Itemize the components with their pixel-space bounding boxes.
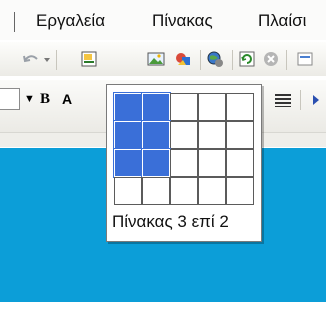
grid-cell[interactable] [226,121,254,149]
grid-cell[interactable] [114,177,142,205]
grid-cell-selected[interactable] [113,120,143,150]
menu-frame[interactable]: Πλαίσι [258,11,306,31]
grid-cell[interactable] [170,177,198,205]
menu-table[interactable]: Πίνακας [152,11,213,31]
italic-button[interactable]: A [62,88,72,110]
web-globe-icon[interactable] [206,50,224,68]
insert-table-dropdown: Πίνακας 3 επί 2 [106,84,262,242]
drawing-icon[interactable] [174,50,192,68]
grid-cell[interactable] [170,121,198,149]
stop-icon[interactable] [262,50,280,68]
grid-cell-selected[interactable] [141,148,171,178]
grid-cell[interactable] [170,149,198,177]
standard-toolbar [0,42,326,113]
toolbar-separator [232,50,233,70]
menu-tools[interactable]: Εργαλεία [36,11,105,31]
bottom-margin [0,302,326,325]
grid-cell-selected[interactable] [141,120,171,150]
table-size-caption: Πίνακας 3 επί 2 [112,212,229,231]
grid-cell[interactable] [198,121,226,149]
grid-cell-selected[interactable] [113,92,143,122]
insert-picture-icon[interactable] [147,50,165,68]
toolbar-separator [56,50,57,70]
app-window: Εργαλεία Πίνακας Πλαίσι ▼ B A Πίνακας 3 … [0,0,326,325]
menu-bar: Εργαλεία Πίνακας Πλαίσι [0,0,326,40]
chevron-right-icon[interactable] [312,94,320,106]
grid-cell[interactable] [170,93,198,121]
refresh-icon[interactable] [238,50,256,68]
table-size-grid[interactable] [113,92,254,205]
menu-table-label: Πίνακας [152,11,213,30]
grid-cell[interactable] [198,177,226,205]
insert-hyperlink-icon[interactable] [80,50,98,68]
grid-cell[interactable] [142,177,170,205]
grid-cell-selected[interactable] [113,148,143,178]
menu-tools-label: Εργαλεία [36,11,106,30]
grid-cell[interactable] [198,93,226,121]
dropdown-arrow-icon[interactable] [42,50,52,68]
toolbar-separator [286,50,287,70]
toolbar-separator [300,90,301,110]
chevron-down-icon[interactable]: ▼ [24,88,35,110]
paragraph-icon[interactable] [296,50,314,68]
menu-frame-label: Πλαίσι [258,11,307,30]
menu-separator [14,12,15,32]
grid-cell[interactable] [226,177,254,205]
bold-button[interactable]: B [40,88,50,110]
toolbar-separator [200,50,201,70]
grid-cell[interactable] [226,149,254,177]
undo-arrow-icon[interactable] [22,50,40,68]
grid-cell-selected[interactable] [141,92,171,122]
grid-cell[interactable] [226,93,254,121]
font-size-field[interactable] [0,88,20,110]
grid-cell[interactable] [198,149,226,177]
align-justify-icon[interactable] [274,92,292,108]
